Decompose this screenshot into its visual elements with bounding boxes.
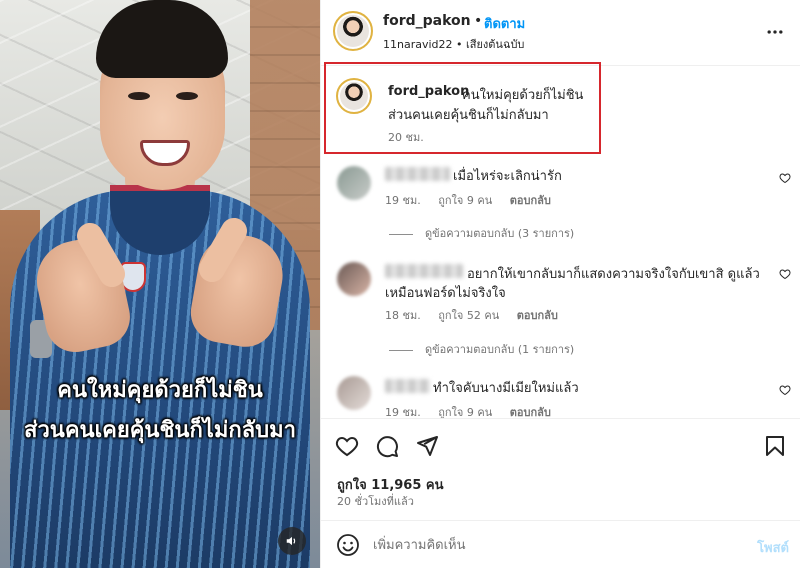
author-username[interactable]: ford_pakon	[383, 13, 471, 29]
audio-line[interactable]: 11naravid22 • เสียงต้นฉบับ	[383, 35, 524, 53]
view-replies-label: ดูข้อความตอบกลับ (3 รายการ)	[425, 227, 575, 240]
comment-text-line1: อยากให้เขากลับมาก็แสดงความจริงใจกับเขาสิ…	[467, 267, 760, 282]
comment-time: 19 ชม.	[385, 194, 421, 207]
post-comment-button[interactable]: โพสต์	[757, 537, 789, 558]
caption-highlight-box: ford_pakon คนใหม่คุยด้วยก็ไม่ชิน ส่วนคนเ…	[324, 62, 601, 154]
comment-text: ทำใจคับนางมีเมียใหม่แล้ว	[433, 381, 579, 396]
heart-icon[interactable]	[779, 172, 791, 184]
speaker-icon	[286, 536, 296, 546]
commenter-avatar[interactable]	[337, 262, 371, 296]
emoji-icon[interactable]	[336, 533, 360, 557]
comment-icon[interactable]	[375, 434, 399, 458]
comment-text: เมื่อไหร่จะเลิกน่ารัก	[453, 169, 562, 184]
divider-dash	[389, 233, 413, 235]
mute-button[interactable]	[278, 527, 306, 555]
commenter-avatar[interactable]	[337, 376, 371, 410]
comment-time: 18 ชม.	[385, 309, 421, 322]
bookmark-icon[interactable]	[763, 434, 787, 458]
post-header: ford_pakon • ติดตาม 11naravid22 • เสียงต…	[321, 0, 800, 66]
commenter-avatar[interactable]	[337, 166, 371, 200]
reply-button[interactable]: ตอบกลับ	[510, 194, 551, 207]
comment-text-line2: เหมือนฟอร์ดไม่จริงใจ	[385, 286, 506, 301]
paper-plane-icon[interactable]	[415, 434, 439, 458]
post-actions-bar	[321, 418, 800, 470]
add-comment-bar: โพสต์	[321, 520, 800, 568]
follow-button[interactable]: ติดตาม	[484, 13, 525, 34]
post-details-panel: ford_pakon • ติดตาม 11naravid22 • เสียงต…	[320, 0, 800, 568]
caption-username[interactable]: ford_pakon	[388, 84, 469, 99]
heart-icon[interactable]	[779, 268, 791, 280]
comment-meta: 18 ชม. ถูกใจ 52 คน ตอบกลับ	[385, 306, 572, 324]
person-eye	[128, 92, 150, 100]
post-age: 20 ชั่วโมงที่แล้ว	[337, 495, 414, 508]
view-replies-button[interactable]: ดูข้อความตอบกลับ (1 รายการ)	[385, 340, 574, 358]
blurred-username	[385, 167, 450, 181]
comment-likes[interactable]: ถูกใจ 52 คน	[438, 309, 499, 322]
view-replies-button[interactable]: ดูข้อความตอบกลับ (3 รายการ)	[385, 224, 574, 242]
post-video[interactable]: คนใหม่คุยด้วยก็ไม่ชิน ส่วนคนเคยคุ้นชินก็…	[0, 0, 320, 568]
caption-avatar[interactable]	[336, 78, 372, 114]
reply-button[interactable]: ตอบกลับ	[517, 309, 558, 322]
caption-time: 20 ชม.	[388, 131, 424, 144]
avatar[interactable]	[333, 11, 373, 51]
heart-icon[interactable]	[779, 384, 791, 396]
person-eye	[176, 92, 198, 100]
blurred-username	[385, 264, 463, 278]
heart-icon[interactable]	[335, 434, 359, 458]
caption-text-line2: ส่วนคนเคยคุ้นชินก็ไม่กลับมา	[388, 108, 549, 123]
more-horizontal-icon[interactable]	[765, 22, 785, 42]
video-caption-line2: ส่วนคนเคยคุ้นชินก็ไม่กลับมา	[24, 418, 296, 443]
comment-likes[interactable]: ถูกใจ 9 คน	[438, 194, 492, 207]
separator-dot: •	[474, 13, 483, 29]
blurred-username	[385, 379, 430, 393]
comment-input[interactable]	[373, 531, 733, 559]
caption-text-line1: คนใหม่คุยด้วยก็ไม่ชิน	[462, 88, 584, 103]
comment-meta: 19 ชม. ถูกใจ 9 คน ตอบกลับ	[385, 191, 565, 209]
view-replies-label: ดูข้อความตอบกลับ (1 รายการ)	[425, 343, 575, 356]
divider-dash	[389, 349, 413, 351]
video-caption-line1: คนใหม่คุยด้วยก็ไม่ชิน	[57, 378, 263, 403]
